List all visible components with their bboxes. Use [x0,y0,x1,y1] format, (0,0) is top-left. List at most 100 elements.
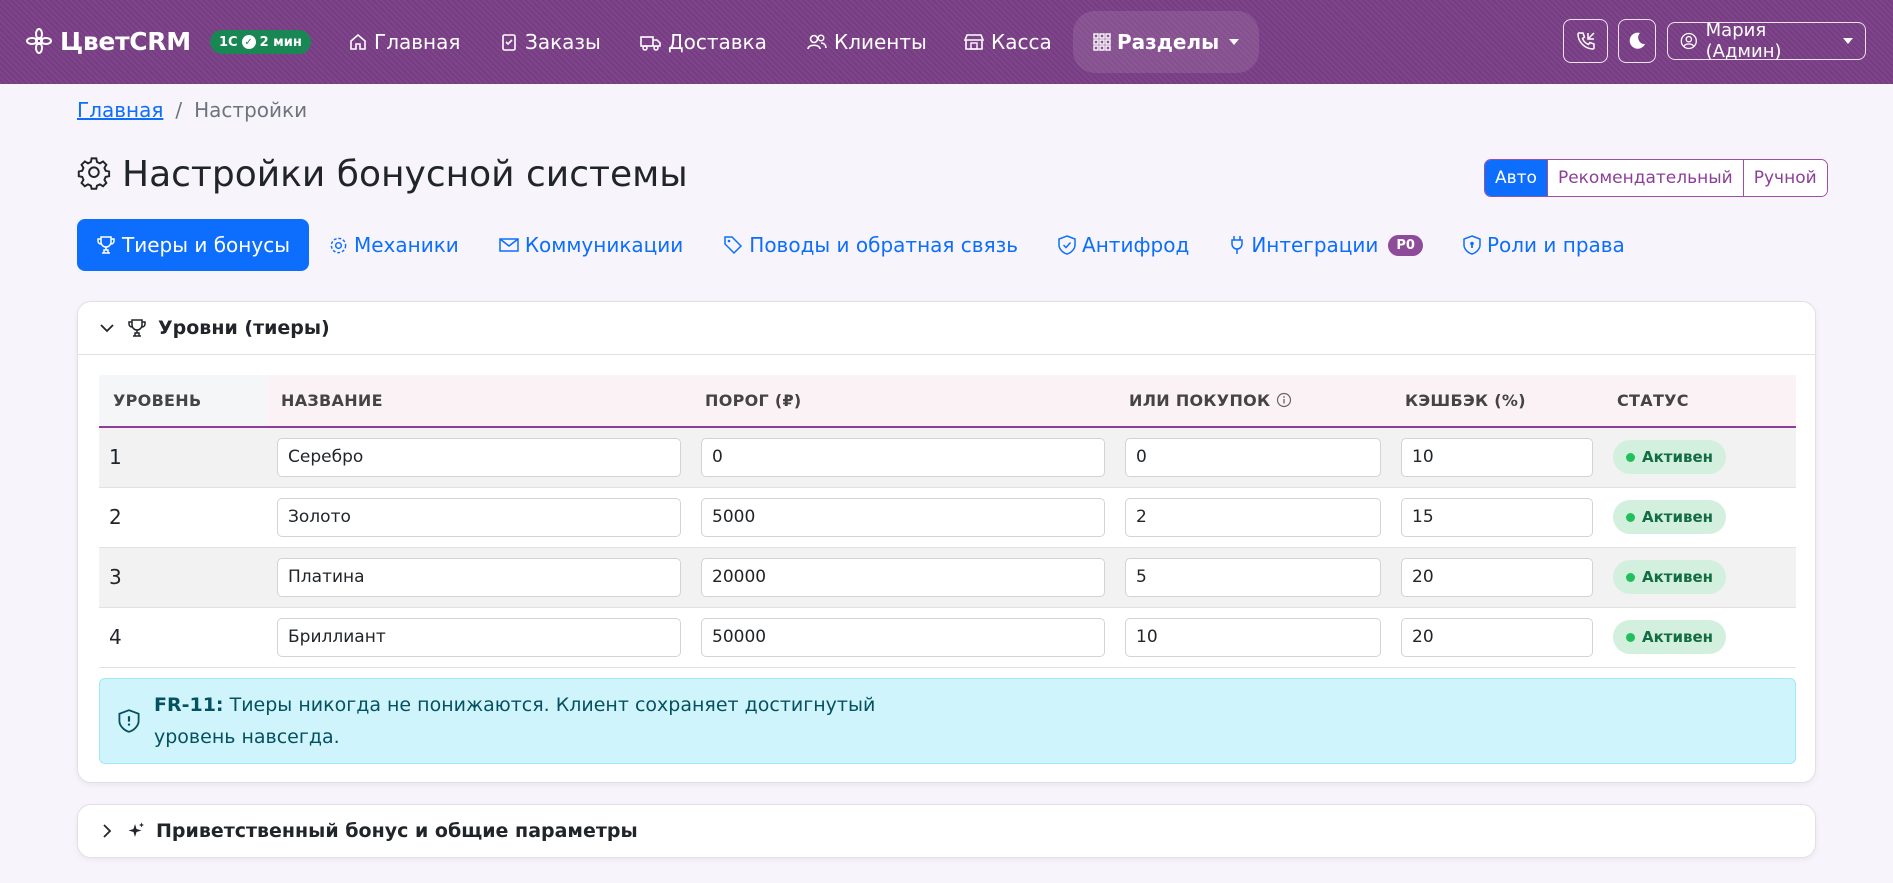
status-badge: Активен [1613,620,1727,654]
tier-cashback-input[interactable] [1401,437,1593,477]
tab-label: Поводы и обратная связь [749,233,1019,257]
name-cell [267,607,691,668]
top-navbar: ЦветCRM 1С ✓ 2 мин Главная Заказы Достав… [0,0,1893,84]
tier-name-input[interactable] [277,437,681,477]
breadcrumb-separator: / [175,98,183,122]
status-label: Активен [1642,568,1714,586]
grid-icon [1093,33,1111,51]
purchases-cell [1115,607,1391,668]
tier-purchases-input[interactable] [1125,437,1381,477]
settings-tabs: Тиеры и бонусы Механики Коммуникации Пов… [77,219,1645,271]
status-dot-icon [1626,512,1635,522]
breadcrumb-current: Настройки [194,98,308,122]
info-alert: FR-11: Тиеры никогда не понижаются. Клие… [99,678,1796,764]
tab-label: Интеграции [1251,233,1379,257]
status-dot-icon [1626,452,1635,462]
tab-tiers[interactable]: Тиеры и бонусы [77,219,309,271]
nav-item-clients[interactable]: Клиенты [806,22,927,62]
tier-level: 2 [99,487,267,548]
tier-cashback-input[interactable] [1401,497,1593,537]
tab-roles[interactable]: Роли и права [1443,219,1645,271]
flower-icon [26,28,52,54]
envelope-icon [499,238,519,252]
status-label: Активен [1642,508,1714,526]
mode-manual-button[interactable]: Ручной [1742,160,1827,196]
status-cell: Активен [1603,607,1796,668]
alert-text: FR-11: Тиеры никогда не понижаются. Клие… [154,689,954,753]
plug-icon [1231,236,1244,254]
sync-time: 2 мин [259,34,302,50]
status-dot-icon [1626,572,1635,582]
nav-item-label: Доставка [668,30,767,54]
tier-name-input[interactable] [277,617,681,657]
tier-cashback-input[interactable] [1401,617,1593,657]
automation-mode-toggle: Авто Рекомендательный Ручной [1484,159,1828,197]
tier-name-input[interactable] [277,557,681,597]
cashback-cell [1391,487,1603,548]
nav-item-sections-dropdown[interactable]: Разделы [1073,11,1260,73]
tier-cashback-input[interactable] [1401,557,1593,597]
tier-purchases-input[interactable] [1125,617,1381,657]
tier-threshold-input[interactable] [701,437,1105,477]
tier-threshold-input[interactable] [701,617,1105,657]
tier-name-input[interactable] [277,497,681,537]
info-icon[interactable] [1276,392,1292,408]
column-header: СТАТУС [1603,375,1796,428]
purchases-cell [1115,487,1391,548]
tier-threshold-input[interactable] [701,557,1105,597]
nav-item-label: Разделы [1117,30,1220,54]
gear-icon [330,237,347,253]
welcome-bonus-card-header[interactable]: Приветственный бонус и общие параметры [77,804,1816,858]
shop-icon [963,34,985,50]
sync-label: 1С [219,34,238,50]
page-title-text: Настройки бонусной системы [122,154,688,195]
threshold-cell [691,427,1115,488]
tiers-card-title: Уровни (тиеры) [158,317,330,339]
mode-auto-button[interactable]: Авто [1485,160,1547,196]
shield-exclamation-icon [118,709,140,733]
nav-item-home[interactable]: Главная [348,22,460,62]
theme-toggle-button[interactable] [1618,19,1656,63]
status-badge: Активен [1613,560,1727,594]
tiers-card-header[interactable]: Уровни (тиеры) [78,302,1815,355]
tab-label: Роли и права [1486,233,1625,257]
threshold-cell [691,487,1115,548]
sync-status-badge: 1С ✓ 2 мин [210,30,311,54]
tab-occasions[interactable]: Поводы и обратная связь [703,219,1038,271]
sparkles-icon [128,822,144,837]
phone-incoming-icon [1576,32,1595,50]
nav-item-orders[interactable]: Заказы [499,22,601,62]
users-icon [807,34,827,50]
status-cell: Активен [1603,547,1796,608]
home-icon [350,33,366,50]
nav-item-label: Главная [374,30,461,54]
brand-logo[interactable]: ЦветCRM [26,24,191,58]
alert-message: Тиеры никогда не понижаются. Клиент сохр… [154,694,876,748]
tier-purchases-input[interactable] [1125,557,1381,597]
tab-label: Антифрод [1082,233,1190,257]
caret-down-icon [1229,39,1240,45]
column-header: КЭШБЭК (%) [1391,375,1603,428]
tab-mechanics[interactable]: Механики [309,219,479,271]
tier-threshold-input[interactable] [701,497,1105,537]
tab-integrations[interactable]: Интеграции P0 [1209,219,1443,271]
caret-down-icon [1843,38,1853,44]
tab-communications[interactable]: Коммуникации [479,219,703,271]
column-header-label: ИЛИ ПОКУПОК [1129,391,1271,410]
brand-name: ЦветCRM [60,26,191,56]
nav-item-cashier[interactable]: Касса [963,22,1052,62]
tag-icon [724,236,743,255]
mode-recommend-button[interactable]: Рекомендательный [1546,160,1743,196]
breadcrumb-home-link[interactable]: Главная [77,98,163,122]
user-menu-dropdown[interactable]: Мария (Админ) [1667,20,1866,62]
call-button[interactable] [1563,19,1608,63]
table-header-row: УРОВЕНЬ НАЗВАНИЕ ПОРОГ (₽) ИЛИ ПОКУПОК К… [99,375,1796,428]
tier-level: 3 [99,547,267,608]
tier-purchases-input[interactable] [1125,497,1381,537]
nav-item-delivery[interactable]: Доставка [640,22,767,62]
tab-label: Коммуникации [524,233,684,257]
user-circle-icon [1680,32,1697,50]
tab-antifraud[interactable]: Антифрод [1038,219,1209,271]
tab-label: Механики [354,233,459,257]
name-cell [267,547,691,608]
